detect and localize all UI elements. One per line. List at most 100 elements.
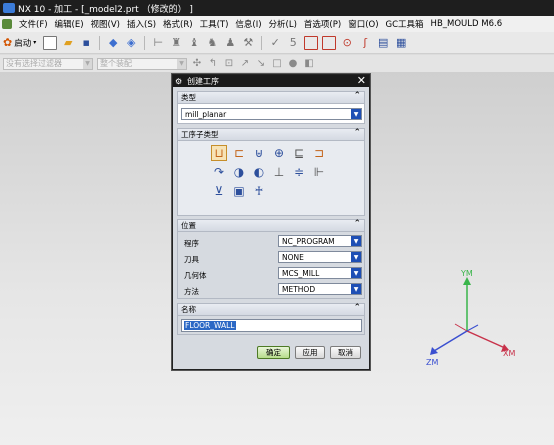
finish-floor-icon[interactable]: ◑ xyxy=(231,164,247,180)
thread-tool-icon[interactable]: ♰ xyxy=(251,183,267,199)
cleanup-corners-icon[interactable]: ⊐ xyxy=(311,145,327,161)
menu-bar: 文件(F) 编辑(E) 视图(V) 插入(S) 格式(R) 工具(T) 信息(I… xyxy=(0,16,554,32)
mill-user-icon[interactable]: ▣ xyxy=(231,183,247,199)
open-folder-icon[interactable]: ▰ xyxy=(60,35,76,51)
new-file-icon[interactable] xyxy=(42,35,58,51)
operation-name-input[interactable]: FLOOR_WALL xyxy=(181,319,362,332)
axis-tick xyxy=(466,324,479,332)
menu-format[interactable]: 格式(R) xyxy=(163,18,193,30)
ok-button[interactable]: 确定 xyxy=(257,346,290,359)
thread-milling-icon[interactable]: ≑ xyxy=(291,164,307,180)
subtype-section: 工序子类型 ⌃ ⊔ ⊏ ⊎ ⊕ ⊑ ⊐ ↷ ◑ ◐ ⊥ ≑ ⊩ ⊻ ▣ ♰ xyxy=(177,128,365,216)
menu-hb-mould[interactable]: HB_MOULD M6.6 xyxy=(431,19,503,29)
save-icon[interactable]: ▪ xyxy=(78,35,94,51)
name-section-label: 名称 xyxy=(181,305,196,314)
snap-endpoint-icon[interactable]: ↰ xyxy=(207,58,219,70)
snap-sphere-icon[interactable]: ● xyxy=(287,58,299,70)
snap-midpoint-icon[interactable]: ⊡ xyxy=(223,58,235,70)
chevron-up-icon[interactable]: ⌃ xyxy=(353,91,361,101)
generate-toolpath-icon[interactable]: ⚒ xyxy=(240,35,256,51)
menu-window[interactable]: 窗口(O) xyxy=(348,18,378,30)
menu-view[interactable]: 视图(V) xyxy=(91,18,120,30)
name-section: 名称 ⌃ FLOOR_WALL xyxy=(177,303,365,335)
menu-file[interactable]: 文件(F) xyxy=(19,18,48,30)
x-axis xyxy=(466,330,506,349)
menu-edit[interactable]: 编辑(E) xyxy=(55,18,84,30)
toolpath-curve-icon[interactable]: ʃ xyxy=(357,35,373,51)
create-program-icon[interactable]: ⊢ xyxy=(150,35,166,51)
program-order-view-icon[interactable]: 5 xyxy=(285,35,301,51)
create-tool-icon[interactable]: ♜ xyxy=(168,35,184,51)
machine-tool-view-icon[interactable] xyxy=(303,35,319,51)
axis-tick xyxy=(454,323,468,332)
toolbar-separator xyxy=(144,35,146,50)
method-label: 方法 xyxy=(184,287,199,296)
subtype-section-header[interactable]: 工序子类型 ⌃ xyxy=(178,128,364,141)
machining-method-view-icon[interactable]: ⊙ xyxy=(339,35,355,51)
create-operation-dialog: ⚙ 创建工序 ✕ 类型 ⌃ mill_planar ▼ 工序子类型 ⌃ ⊔ ⊏ … xyxy=(172,74,370,370)
operation-name-value: FLOOR_WALL xyxy=(184,321,236,330)
planar-text-icon[interactable]: ⊩ xyxy=(311,164,327,180)
chevron-down-icon: ▼ xyxy=(351,109,361,119)
program-select[interactable]: NC_PROGRAM ▼ xyxy=(278,235,362,247)
location-section-header[interactable]: 位置 ⌃ xyxy=(178,219,364,232)
snap-curve-icon[interactable]: ↗ xyxy=(239,58,251,70)
z-axis-label: ZM xyxy=(426,358,438,367)
gear-icon[interactable]: ⚙ xyxy=(175,77,184,86)
finish-walls-icon[interactable]: ↷ xyxy=(211,164,227,180)
location-section-label: 位置 xyxy=(181,221,196,230)
program-value: NC_PROGRAM xyxy=(282,236,335,246)
info-icon[interactable]: ▤ xyxy=(375,35,391,51)
menu-insert[interactable]: 插入(S) xyxy=(127,18,156,30)
geometry-select[interactable]: MCS_MILL ▼ xyxy=(278,267,362,279)
mill-control-icon[interactable]: ⊻ xyxy=(211,183,227,199)
floor-wall-ipw-icon[interactable]: ⊏ xyxy=(231,145,247,161)
menu-analysis[interactable]: 分析(L) xyxy=(269,18,297,30)
type-section-header[interactable]: 类型 ⌃ xyxy=(178,91,364,104)
face-milling-icon[interactable]: ⊎ xyxy=(251,145,267,161)
view-cube-icon[interactable]: ◈ xyxy=(123,35,139,51)
y-axis-arrow xyxy=(463,277,471,285)
planar-profile-icon[interactable]: ⊑ xyxy=(291,145,307,161)
name-section-header[interactable]: 名称 ⌃ xyxy=(178,303,364,316)
hole-milling-icon[interactable]: ⊥ xyxy=(271,164,287,180)
geometry-view-icon[interactable] xyxy=(321,35,337,51)
apply-button[interactable]: 应用 xyxy=(295,346,325,359)
snap-point-icon[interactable]: ✣ xyxy=(191,58,203,70)
dialog-title: 创建工序 xyxy=(187,76,219,86)
type-filter-placeholder: 没有选择过滤器 xyxy=(6,59,62,68)
floor-wall-icon[interactable]: ⊔ xyxy=(211,145,227,161)
planar-mill-icon[interactable]: ⊕ xyxy=(271,145,287,161)
tool-select[interactable]: NONE ▼ xyxy=(278,251,362,263)
chevron-up-icon[interactable]: ⌃ xyxy=(353,303,361,313)
start-button[interactable]: ✿ 启动 ▾ xyxy=(3,36,36,49)
shaded-cube-icon[interactable]: ◆ xyxy=(105,35,121,51)
cancel-button[interactable]: 取消 xyxy=(330,346,361,359)
type-filter-select[interactable]: 没有选择过滤器 ▼ xyxy=(3,57,93,70)
groove-milling-icon[interactable]: ◐ xyxy=(251,164,267,180)
snap-face-icon[interactable]: ◧ xyxy=(303,58,315,70)
create-geometry-icon[interactable]: ♝ xyxy=(186,35,202,51)
nx-logo-icon xyxy=(3,3,15,13)
toolbar-separator xyxy=(99,35,101,50)
type-select[interactable]: mill_planar ▼ xyxy=(181,108,362,120)
snap-arc-icon[interactable]: ↘ xyxy=(255,58,267,70)
menu-information[interactable]: 信息(I) xyxy=(235,18,261,30)
snap-box-icon[interactable]: □ xyxy=(271,58,283,70)
close-icon[interactable]: ✕ xyxy=(357,74,366,87)
selection-scope-select[interactable]: 整个装配 ▼ xyxy=(97,57,187,70)
create-method-icon[interactable]: ♞ xyxy=(204,35,220,51)
create-operation-icon[interactable]: ♟ xyxy=(222,35,238,51)
shop-doc-icon[interactable]: ▦ xyxy=(393,35,409,51)
tool-label: 刀具 xyxy=(184,255,199,264)
verify-icon[interactable]: ✓ xyxy=(267,35,283,51)
menu-logo-icon[interactable] xyxy=(2,19,12,29)
chevron-up-icon[interactable]: ⌃ xyxy=(353,128,361,138)
chevron-up-icon[interactable]: ⌃ xyxy=(353,219,361,229)
menu-gc-toolbox[interactable]: GC工具箱 xyxy=(386,18,424,30)
method-select[interactable]: METHOD ▼ xyxy=(278,283,362,295)
menu-tools[interactable]: 工具(T) xyxy=(200,18,229,30)
menu-preferences[interactable]: 首选项(P) xyxy=(304,18,341,30)
window-title: NX 10 - 加工 - [_model2.prt （修改的） ] xyxy=(18,4,193,15)
chevron-down-icon: ▼ xyxy=(351,236,361,246)
